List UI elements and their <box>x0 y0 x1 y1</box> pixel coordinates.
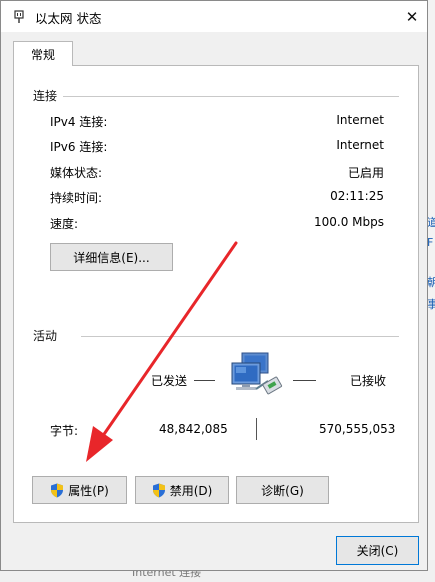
red-arrow-annotation <box>86 241 238 462</box>
tab-general[interactable]: 常规 <box>13 41 73 66</box>
